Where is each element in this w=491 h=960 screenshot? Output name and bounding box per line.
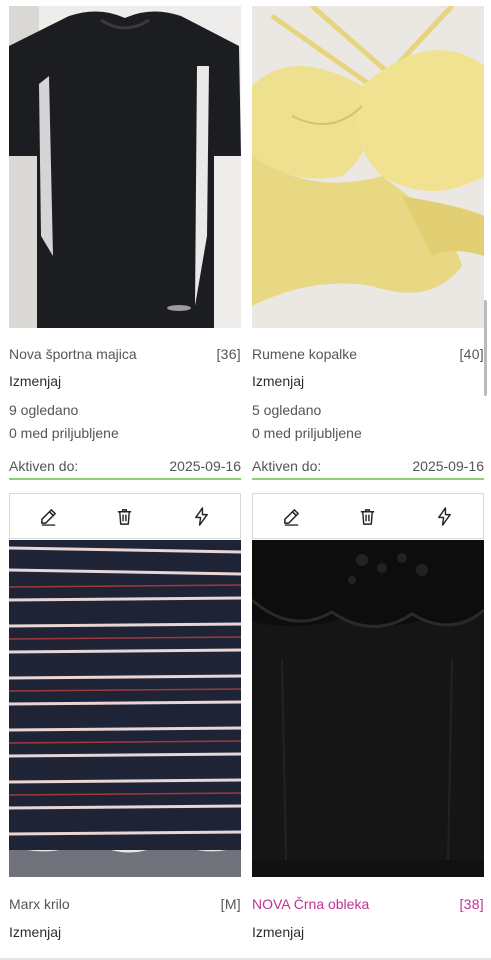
listing-title[interactable]: NOVA Črna obleka — [252, 896, 369, 912]
bolt-icon — [195, 506, 209, 526]
listing-photo[interactable] — [9, 6, 241, 328]
edit-link[interactable]: Izmenjaj — [252, 924, 304, 940]
scrollbar[interactable] — [484, 300, 487, 396]
active-until-row: Aktiven do: 2025-09-16 — [9, 458, 241, 480]
listing-photo[interactable] — [252, 6, 484, 328]
active-until-row: Aktiven do: 2025-09-16 — [252, 458, 484, 480]
listing-photo[interactable] — [252, 540, 484, 877]
listing-title-row: Nova športna majica [36] — [9, 344, 241, 364]
listing-photo[interactable] — [9, 540, 241, 877]
listing-actions — [252, 493, 484, 539]
listing-card: Rumene kopalke [40] Izmenjaj 5 ogledano … — [252, 0, 484, 480]
dress-image — [252, 540, 484, 877]
trash-icon — [118, 508, 132, 525]
views-count: 5 ogledano — [252, 402, 322, 418]
listing-title-row: Rumene kopalke [40] — [252, 344, 484, 364]
edit-link[interactable]: Izmenjaj — [252, 373, 304, 389]
favorites-count: 0 med priljubljene — [9, 425, 119, 441]
active-until-label: Aktiven do: — [252, 458, 322, 474]
delete-button[interactable] — [348, 496, 388, 536]
views-count: 9 ogledano — [9, 402, 79, 418]
bolt-icon — [438, 506, 452, 526]
edit-button[interactable] — [271, 496, 311, 536]
listing-card: Nova športna majica [36] Izmenjaj 9 ogle… — [9, 0, 241, 480]
boost-button[interactable] — [182, 496, 222, 536]
active-until-date: 2025-09-16 — [169, 458, 241, 474]
shirt-image — [9, 6, 241, 328]
favorites-count: 0 med priljubljene — [252, 425, 362, 441]
listing-title[interactable]: Marx krilo — [9, 896, 70, 912]
edit-link[interactable]: Izmenjaj — [9, 373, 61, 389]
edit-icon — [40, 508, 56, 526]
active-until-date: 2025-09-16 — [412, 458, 484, 474]
listing-size: [38] — [459, 896, 484, 912]
listing-title-row: NOVA Črna obleka [38] — [252, 894, 484, 914]
listing-card: NOVA Črna obleka [38] Izmenjaj — [252, 493, 484, 960]
trash-icon — [361, 508, 375, 525]
delete-button[interactable] — [105, 496, 145, 536]
listing-size: [36] — [216, 346, 241, 362]
edit-link[interactable]: Izmenjaj — [9, 924, 61, 940]
edit-button[interactable] — [28, 496, 68, 536]
swimsuit-image — [252, 6, 484, 328]
listing-grid: Nova športna majica [36] Izmenjaj 9 ogle… — [0, 0, 491, 960]
listing-title[interactable]: Rumene kopalke — [252, 346, 357, 362]
edit-icon — [283, 508, 299, 526]
listing-size: [M] — [220, 896, 241, 912]
boost-button[interactable] — [425, 496, 465, 536]
listing-size: [40] — [459, 346, 484, 362]
listing-actions — [9, 493, 241, 539]
skirt-image — [9, 540, 241, 877]
active-until-label: Aktiven do: — [9, 458, 79, 474]
listing-card: Marx krilo [M] Izmenjaj — [9, 493, 241, 960]
listing-title[interactable]: Nova športna majica — [9, 346, 137, 362]
listing-title-row: Marx krilo [M] — [9, 894, 241, 914]
